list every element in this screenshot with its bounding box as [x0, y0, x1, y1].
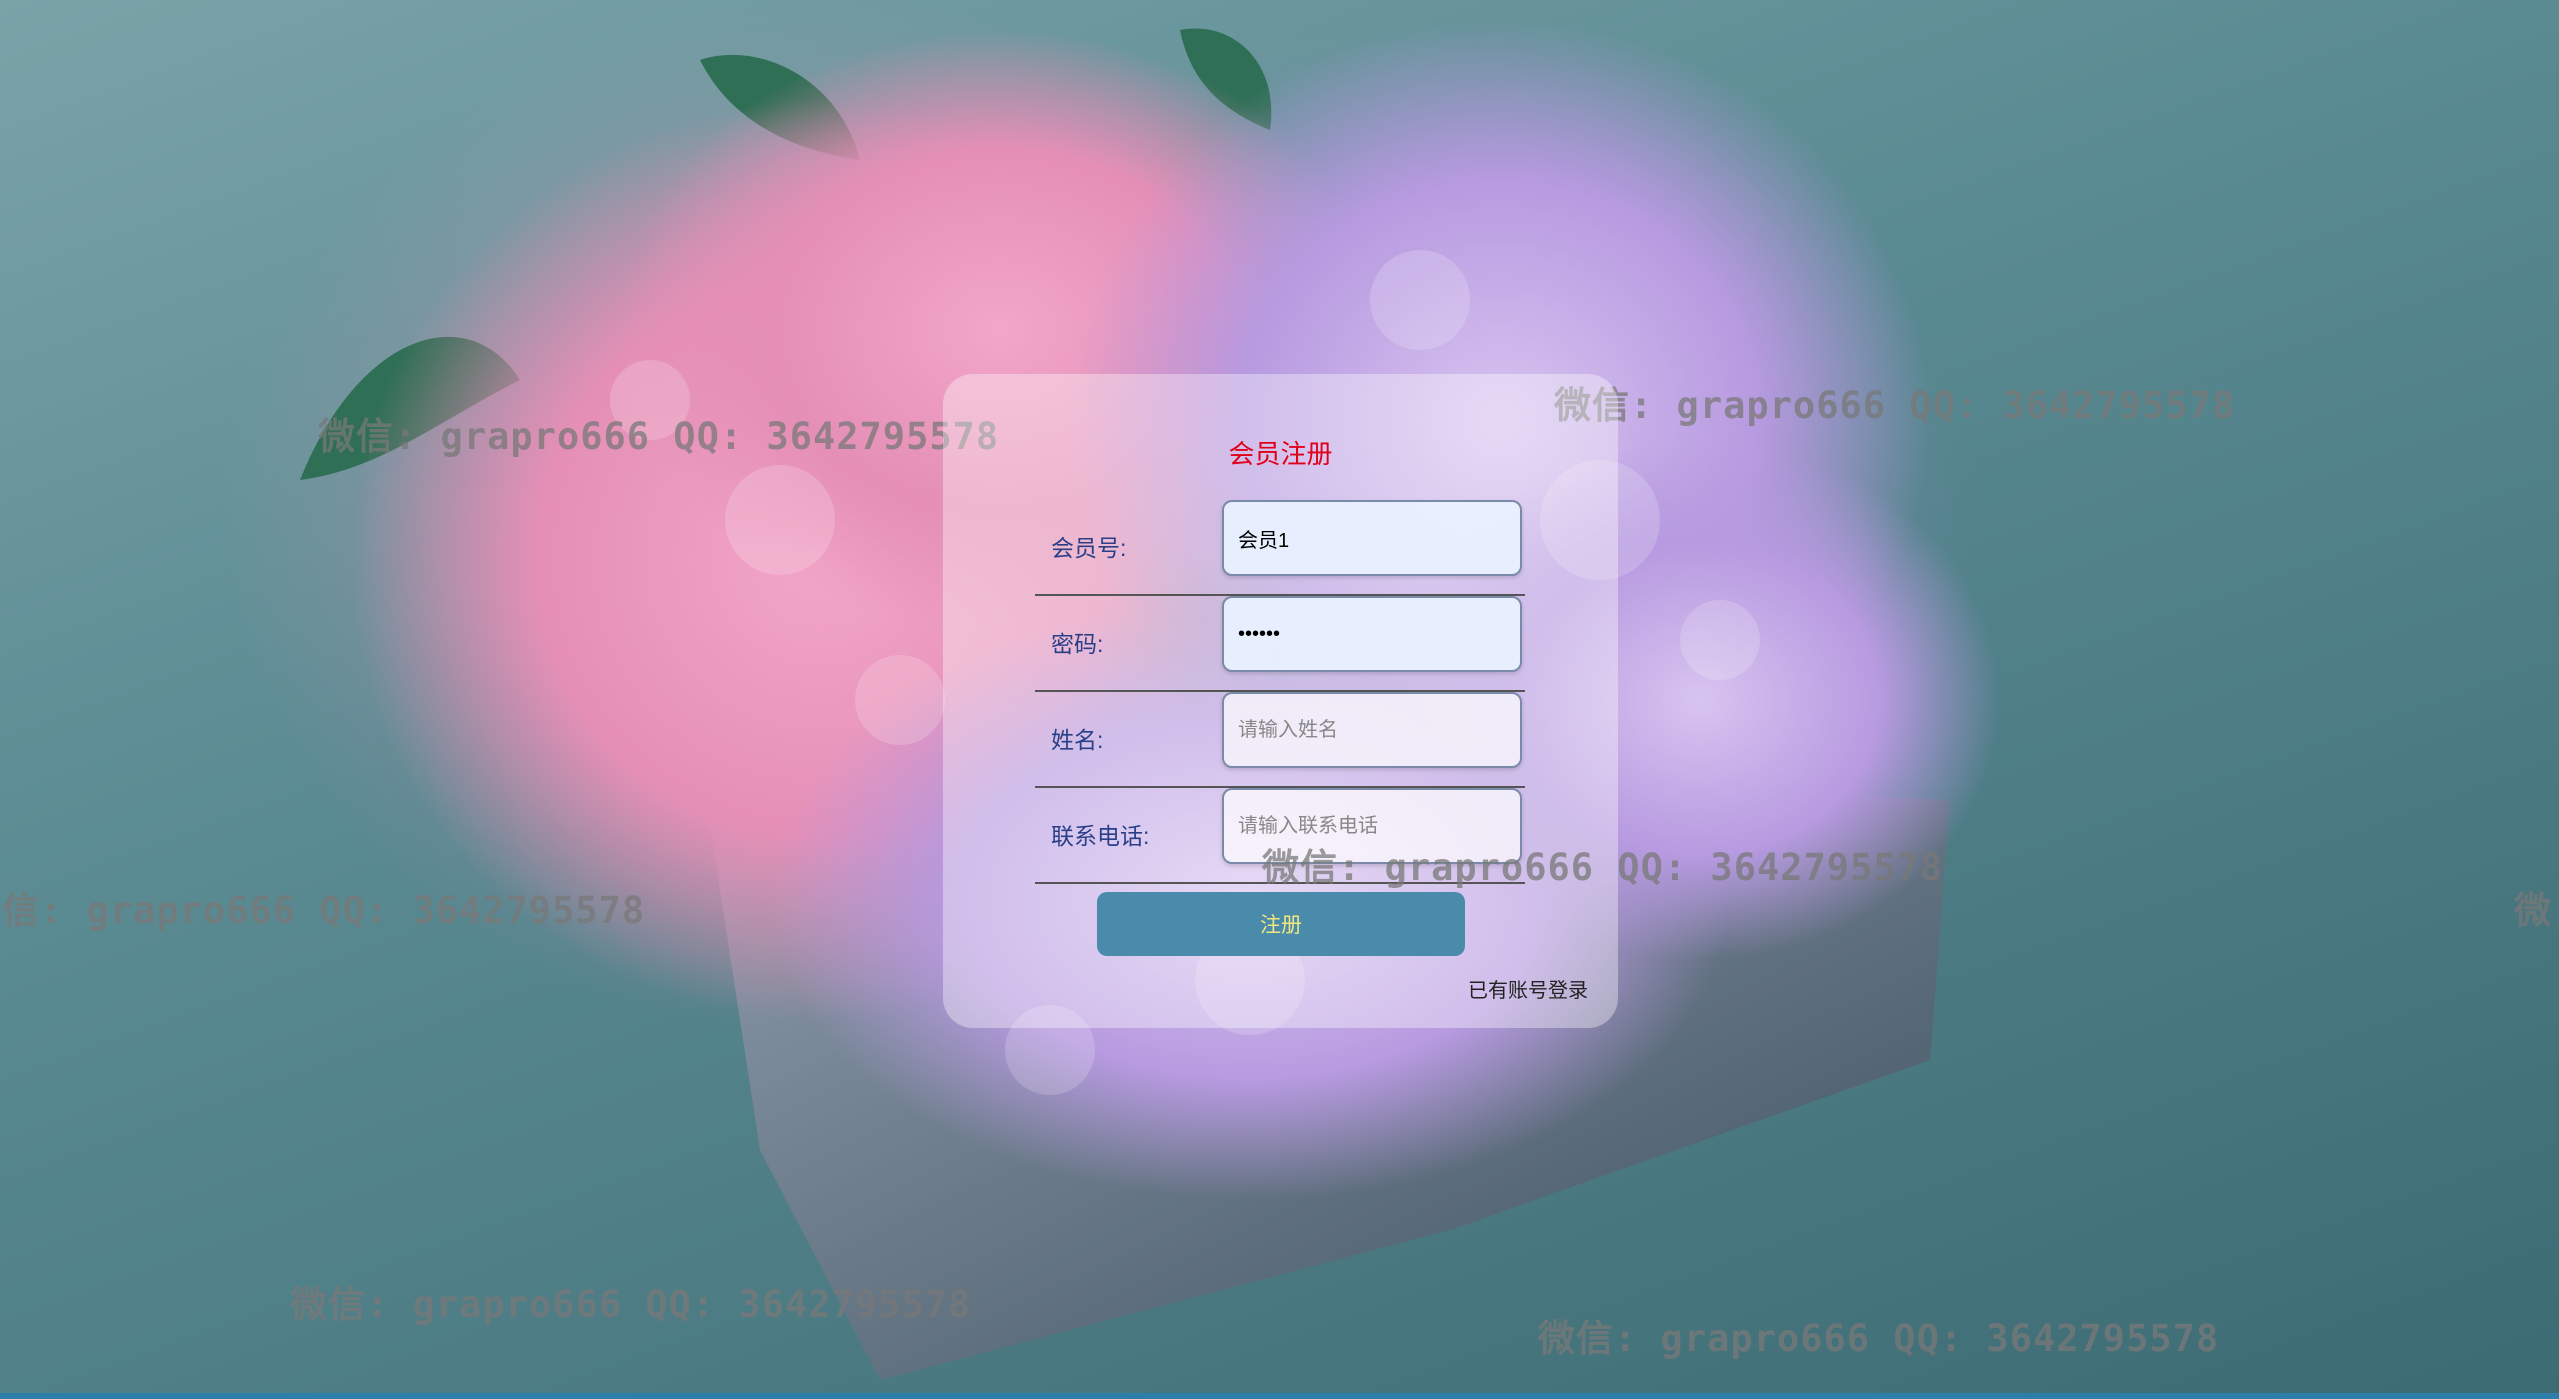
- register-card: 会员注册 会员号: 密码: 姓名: 联系电话: 注册 已有账号登录: [943, 374, 1618, 1028]
- bottom-accent-bar: [0, 1393, 2559, 1399]
- name-label: 姓名:: [1051, 727, 1104, 753]
- watermark-text: 微信: grapro666 QQ: 3642795578: [290, 1283, 972, 1326]
- watermark-text: 微信: grapro666 QQ: 3642795578: [318, 415, 1000, 458]
- member-id-label: 会员号:: [1051, 535, 1127, 561]
- phone-label: 联系电话:: [1051, 823, 1150, 849]
- watermark-text: 微信: grapro666 QQ: 3642795578: [1554, 384, 2236, 427]
- password-input[interactable]: [1222, 596, 1522, 672]
- watermark-text: 微信: grapro666 QQ: 3642795578: [1538, 1317, 2220, 1360]
- register-button[interactable]: 注册: [1097, 892, 1465, 956]
- member-id-input[interactable]: [1222, 500, 1522, 576]
- watermark-text: 信: grapro666 QQ: 3642795578: [2, 889, 646, 932]
- password-label: 密码:: [1051, 631, 1104, 657]
- watermark-text: 微信: grapro666 QQ: 3642795578: [1262, 846, 1944, 889]
- login-link[interactable]: 已有账号登录: [1468, 974, 1588, 1003]
- member-id-row: 会员号:: [1035, 500, 1525, 596]
- name-row: 姓名:: [1035, 692, 1525, 788]
- watermark-text: 微: [2514, 889, 2552, 932]
- password-row: 密码:: [1035, 596, 1525, 692]
- register-title: 会员注册: [1228, 439, 1333, 469]
- name-input[interactable]: [1222, 692, 1522, 768]
